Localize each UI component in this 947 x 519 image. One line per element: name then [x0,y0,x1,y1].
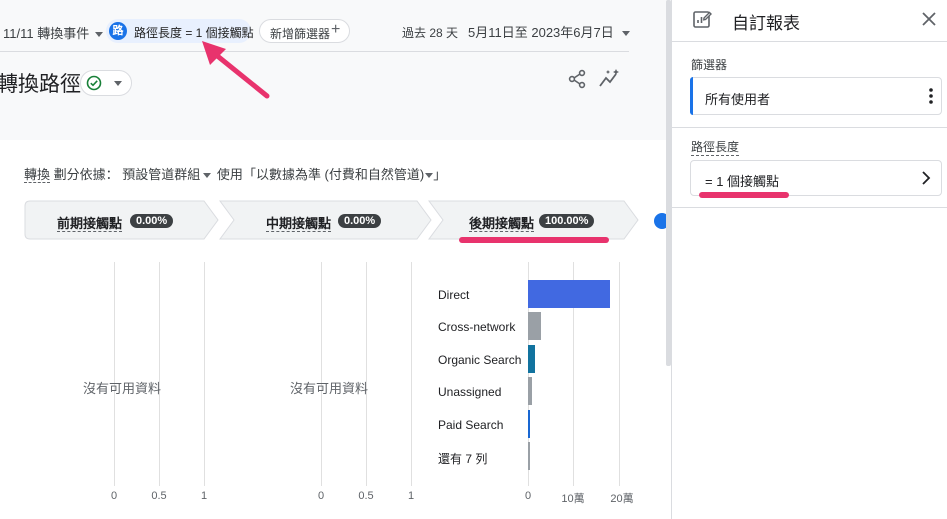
bar-category-label: Cross-network [438,320,516,335]
filter-badge-icon: 路 [109,22,127,40]
gridline [619,262,620,486]
chevron-right-icon [922,171,931,185]
date-range-picker[interactable]: 過去 28 天 5月11日至 2023年6月7日 [402,22,630,41]
using-label: 使用 [216,167,243,182]
check-circle-icon [86,75,102,91]
stage-percentage: 100.00% [539,214,595,228]
kebab-menu-icon[interactable] [929,88,933,104]
x-tick-label: 0 [317,490,325,502]
filters-section: 篩選器 所有使用者 [672,42,947,128]
x-tick-label: 0.5 [358,490,374,502]
path-length-value: = 1 個接觸點 [705,174,780,189]
date-period: 過去 28 天 [402,26,459,40]
annotation-arrow [202,41,270,99]
bar-organic-search[interactable] [528,344,535,373]
chevron-down-icon [114,81,122,86]
stage-percentage: 0.00% [130,214,174,228]
gridline [321,262,322,486]
annotation-underline [459,237,609,243]
path-length-title: 路徑長度 [691,140,740,156]
attribution-model-suffix: 」 [433,167,447,182]
insights-icon[interactable] [598,69,620,89]
filters-title: 篩選器 [691,58,728,72]
filter-card-all-users[interactable]: 所有使用者 [690,77,942,115]
chevron-down-icon[interactable] [203,173,212,179]
x-tick-label: 20萬 [610,493,634,505]
tab-mid-touchpoints[interactable]: 中期接觸點 0.00% [219,200,435,240]
x-tick-label: 1 [407,490,415,502]
x-tick-label: 1 [200,490,208,502]
date-range-value: 5月11日至 2023年6月7日 [468,25,614,40]
conversion-event-select[interactable]: 11/11 轉換事件 [3,23,104,42]
share-icon[interactable] [567,69,587,89]
bar-cross-network[interactable] [528,312,541,341]
stage-label: 中期接觸點 [266,216,332,232]
gridline [159,262,160,486]
bar-category-label: Unassigned [438,385,502,400]
attribution-model-select[interactable]: 「以數據為準 (付費和自然管道) [243,167,424,182]
touchpoint-stage-tabs: 前期接觸點 0.00% 中期接觸點 0.00% 後期接觸點 100.00% [0,200,671,240]
breakdown-prefix: 劃分依據： [53,167,119,182]
stage-percentage: 0.00% [338,214,382,228]
path-length-card[interactable]: = 1 個接觸點 [690,160,942,196]
bar-direct[interactable] [528,280,610,308]
annotation-underline [699,192,789,198]
filter-value: 所有使用者 [705,92,771,107]
tab-early-touchpoints[interactable]: 前期接觸點 0.00% [24,200,220,240]
breakdown-settings: 轉換 劃分依據： 預設管道群組 使用「以數據為準 (付費和自然管道) 」 [24,164,446,183]
customize-report-panel: 自訂報表 篩選器 所有使用者 路徑長度 = 1 個接觸點 [671,0,947,519]
bar-category-label: Paid Search [438,417,504,432]
gridline [411,262,412,486]
conversion-event-label: 11/11 轉換事件 [3,26,90,41]
panel-header: 自訂報表 [672,0,947,42]
bar-category-label: Direct [438,288,470,302]
no-data-message: 沒有可用資料 [83,381,162,396]
bar-other-rows[interactable] [528,442,530,470]
gridline [114,262,115,486]
bar-paid-search[interactable] [528,409,530,438]
stage-label: 後期接觸點 [469,216,535,232]
x-tick-label: 0 [110,490,118,502]
x-tick-label: 0 [524,490,532,502]
x-tick-label: 0.5 [151,490,167,502]
metric-select[interactable]: 轉換 [24,167,51,183]
bar-category-label: 還有 7 列 [438,452,488,466]
close-icon[interactable] [921,11,937,27]
filter-bar: 11/11 轉換事件 路 路徑長度 = 1 個接觸點 新增篩選器 + 過去 28… [0,10,630,52]
edit-report-icon [693,11,712,28]
chevron-down-icon [621,31,630,37]
filter-accent [690,77,693,115]
bar-category-label: Organic Search [438,352,522,367]
tab-late-touchpoints[interactable]: 後期接觸點 100.00% [428,200,654,240]
report-status-button[interactable] [80,70,132,96]
x-tick-label: 10萬 [561,493,585,505]
gridline [366,262,367,486]
panel-title: 自訂報表 [732,14,800,33]
gridline [204,262,205,486]
chevron-down-icon [95,32,104,38]
no-data-message: 沒有可用資料 [290,381,369,396]
bar-unassigned[interactable] [528,377,533,406]
page-title: 轉換路徑 [0,73,81,96]
plus-icon: + [331,21,341,38]
dimension-select[interactable]: 預設管道群組 [122,167,200,182]
report-main: 11/11 轉換事件 路 路徑長度 = 1 個接觸點 新增篩選器 + 過去 28… [0,0,671,519]
stage-label: 前期接觸點 [57,216,123,232]
